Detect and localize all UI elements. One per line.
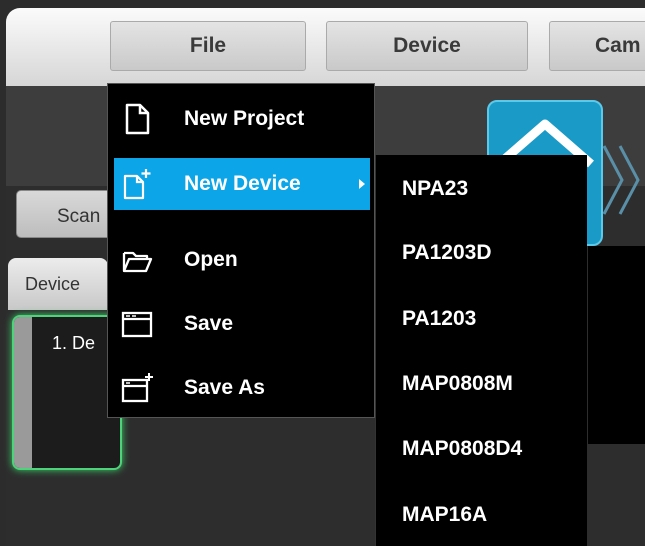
chevron-right-icon[interactable] (600, 140, 645, 220)
submenu-item-pa1203d[interactable]: PA1203D (402, 241, 492, 265)
new-device-icon (123, 169, 151, 200)
top-menu-bar: File Device Cam (6, 8, 645, 86)
content-area (588, 246, 645, 444)
menu-item-open[interactable]: Open (108, 234, 374, 286)
menu-item-label: Save As (184, 376, 265, 399)
menu-item-save[interactable]: Save (108, 298, 374, 350)
save-window-icon (121, 311, 153, 338)
device-menu-button[interactable]: Device (326, 21, 528, 71)
submenu-item-map0808d4[interactable]: MAP0808D4 (402, 437, 522, 461)
menu-item-label: New Device (184, 172, 301, 195)
menu-item-label: Open (184, 248, 238, 271)
menu-item-label: Save (184, 312, 234, 335)
menu-item-label: New Project (184, 107, 305, 130)
submenu-item-pa1203[interactable]: PA1203 (402, 307, 476, 331)
device-list-item[interactable]: 1. De (52, 333, 95, 354)
save-as-window-icon (121, 373, 153, 403)
new-device-submenu: NPA23 PA1203D PA1203 MAP0808M MAP0808D4 … (375, 155, 587, 546)
file-menu-button[interactable]: File (110, 21, 306, 71)
file-dropdown-menu: New Project New Device Open Save Save As (107, 83, 375, 418)
panel-scrollbar[interactable] (14, 317, 32, 468)
menu-item-new-project[interactable]: New Project (108, 93, 374, 145)
menu-item-new-device[interactable]: New Device (114, 158, 370, 210)
scan-button[interactable]: Scan (16, 190, 114, 238)
menu-item-save-as[interactable]: Save As (108, 362, 374, 414)
folder-open-icon (122, 251, 153, 273)
camera-menu-button[interactable]: Cam (549, 21, 645, 71)
submenu-item-map16a[interactable]: MAP16A (402, 503, 487, 527)
new-document-icon (125, 103, 150, 135)
tab-device[interactable]: Device (8, 258, 108, 310)
submenu-item-map0808m[interactable]: MAP0808M (402, 372, 513, 396)
submenu-item-npa23[interactable]: NPA23 (402, 177, 468, 201)
submenu-arrow-icon (359, 179, 365, 189)
